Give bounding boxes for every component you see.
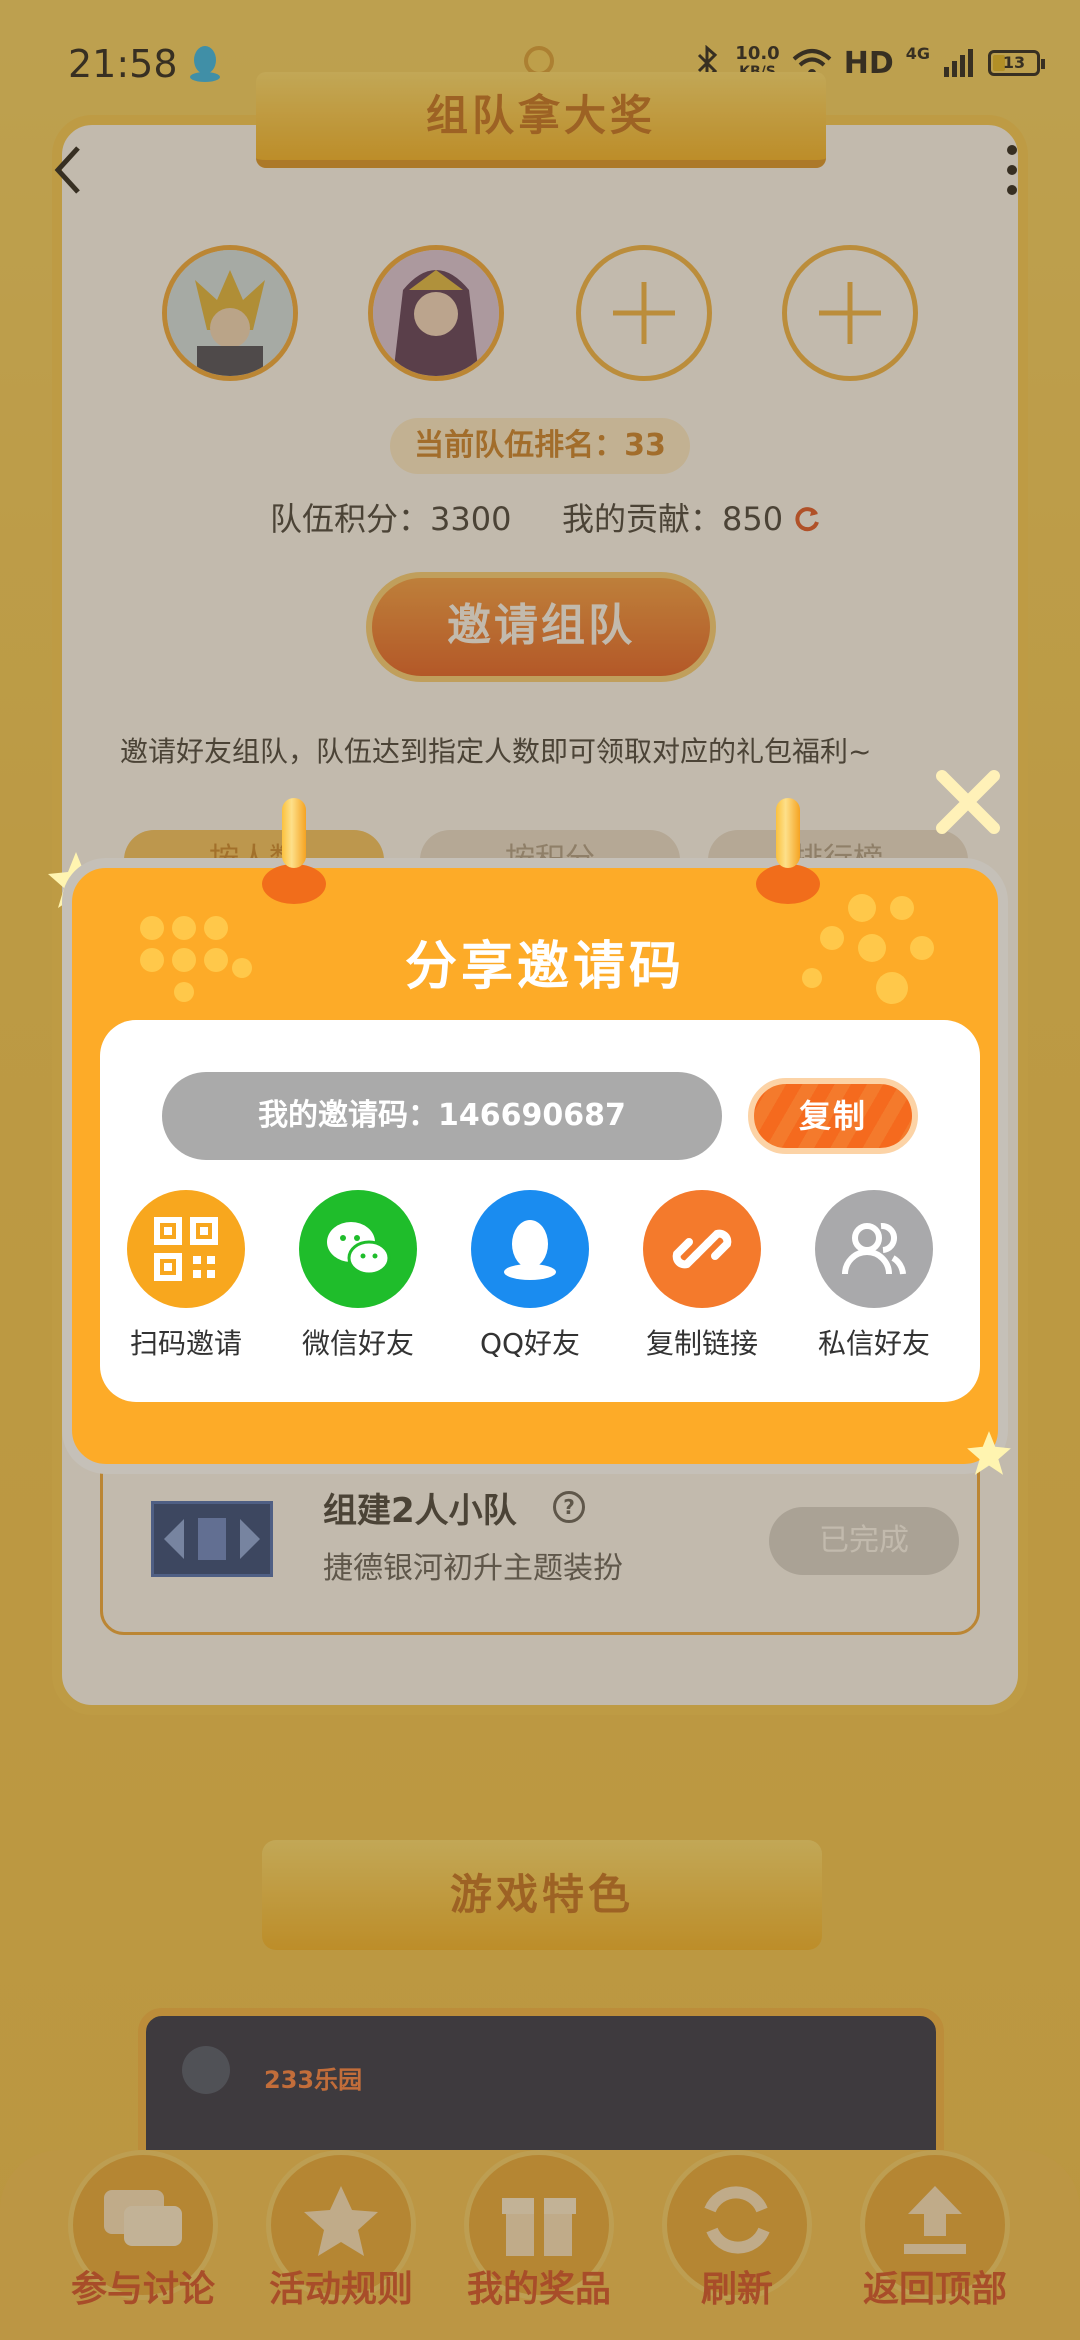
qr-code-icon [154,1217,218,1281]
dialog-pin-left [262,798,326,908]
share-private-message[interactable]: 私信好友 [788,1190,960,1370]
copy-code-button[interactable]: 复制 [748,1078,918,1154]
star-decoration [967,1431,1011,1475]
close-icon[interactable] [930,764,1006,840]
share-scan-qr[interactable]: 扫码邀请 [100,1190,272,1370]
share-option-label: 私信好友 [817,1327,930,1360]
share-option-label: 微信好友 [301,1327,414,1360]
share-option-label: QQ好友 [479,1327,581,1360]
invite-code-field: 我的邀请码：146690687 [162,1072,722,1160]
share-wechat[interactable]: 微信好友 [272,1190,444,1370]
wechat-icon [327,1222,391,1276]
share-option-label: 扫码邀请 [129,1327,242,1360]
link-icon [672,1229,732,1269]
share-qq[interactable]: QQ好友 [444,1190,616,1370]
share-option-label: 复制链接 [645,1327,758,1360]
dialog-content: 我的邀请码：146690687 复制 扫码邀请 微信好友 QQ好友 复制链接 私… [100,1020,980,1402]
dialog-title: 分享邀请码 [404,937,685,997]
friends-icon [842,1222,906,1275]
dialog-pin-right [756,798,820,908]
qq-icon [504,1220,556,1280]
share-invite-dialog: 分享邀请码 我的邀请码：146690687 复制 扫码邀请 微信好友 QQ好友 … [62,858,1008,1474]
share-copy-link[interactable]: 复制链接 [616,1190,788,1370]
